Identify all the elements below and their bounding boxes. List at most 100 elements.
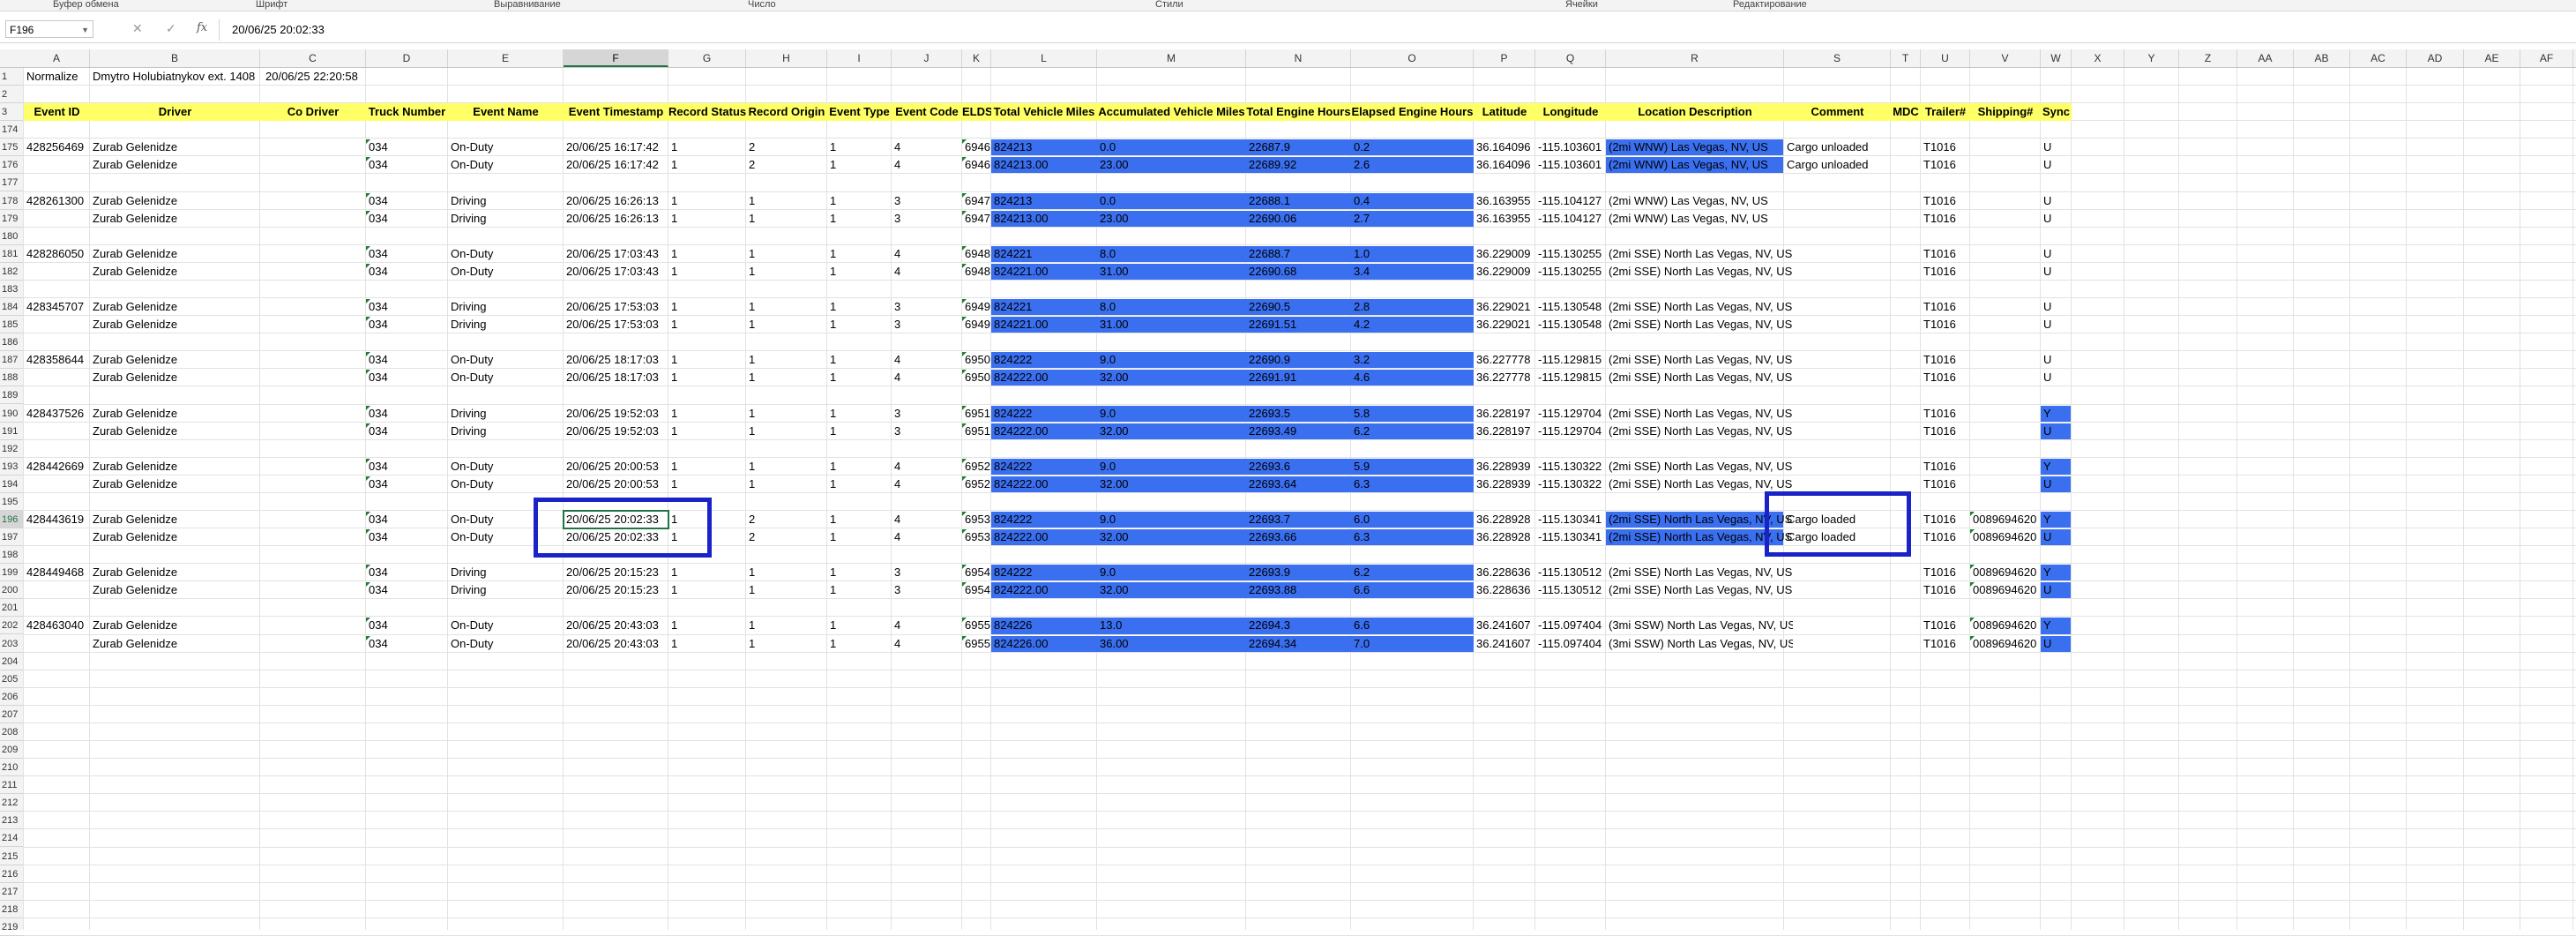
cell-truck-number[interactable]: 034 bbox=[366, 635, 448, 653]
cell-event-name[interactable]: Driving bbox=[448, 298, 564, 316]
row-header[interactable]: 188 bbox=[0, 369, 24, 387]
cell-driver[interactable]: Zurab Gelenidze bbox=[90, 458, 269, 475]
cell-trailer[interactable]: T1016 bbox=[1921, 423, 1970, 440]
cell-elapsed-engine-hours[interactable]: 6.3 bbox=[1351, 528, 1474, 546]
cell-truck-number[interactable]: 034 bbox=[366, 263, 448, 281]
row-header[interactable]: 219 bbox=[0, 918, 24, 936]
cell-elapsed-engine-hours[interactable]: 6.0 bbox=[1351, 511, 1474, 528]
cell-latitude[interactable]: 36.228197 bbox=[1474, 423, 1535, 440]
cell-event-timestamp[interactable]: 20/06/25 17:03:43 bbox=[564, 263, 668, 281]
cell-event-timestamp[interactable]: 20/06/25 19:52:03 bbox=[564, 405, 668, 423]
cell-truck-number[interactable]: 034 bbox=[366, 475, 448, 493]
cell-event-timestamp[interactable]: 20/06/25 17:53:03 bbox=[564, 316, 668, 333]
cell-latitude[interactable]: 36.229009 bbox=[1474, 245, 1535, 263]
cell-driver[interactable]: Zurab Gelenidze bbox=[90, 617, 269, 634]
cell-location-description[interactable]: (2mi WNW) Las Vegas, NV, US bbox=[1606, 139, 1793, 156]
cell-elapsed-engine-hours[interactable]: 5.9 bbox=[1351, 458, 1474, 475]
cell-event-timestamp[interactable]: 20/06/25 19:52:03 bbox=[564, 423, 668, 440]
cell-event-name[interactable]: Driving bbox=[448, 423, 564, 440]
row-header[interactable]: 194 bbox=[0, 475, 24, 493]
cell-location-description[interactable]: (2mi SSE) North Las Vegas, NV, US bbox=[1606, 298, 1793, 316]
cell-elapsed-engine-hours[interactable]: 0.2 bbox=[1351, 139, 1474, 156]
cell-record-status[interactable]: 1 bbox=[668, 245, 746, 263]
cell-sync[interactable]: U bbox=[2041, 156, 2072, 174]
cell-shipping[interactable]: 0089694620 bbox=[1970, 528, 2041, 546]
cell-driver[interactable]: Zurab Gelenidze bbox=[90, 423, 269, 440]
row-header[interactable]: 183 bbox=[0, 281, 24, 298]
cell-event-name[interactable]: Driving bbox=[448, 564, 564, 581]
cell-record-origin[interactable]: 1 bbox=[746, 369, 827, 386]
cell-longitude[interactable]: -115.129704 bbox=[1535, 405, 1606, 423]
cell-latitude[interactable]: 36.241607 bbox=[1474, 617, 1535, 634]
row-header[interactable]: 211 bbox=[0, 776, 24, 795]
cell-trailer[interactable]: T1016 bbox=[1921, 405, 1970, 423]
cell-total-engine-hours[interactable]: 22693.6 bbox=[1246, 458, 1351, 475]
column-header-a[interactable]: A bbox=[24, 49, 90, 67]
cell-driver[interactable]: Zurab Gelenidze bbox=[90, 298, 269, 316]
cell-record-origin[interactable]: 1 bbox=[746, 581, 827, 599]
column-header-aa[interactable]: AA bbox=[2237, 49, 2294, 67]
cell-total-engine-hours[interactable]: 22690.68 bbox=[1246, 263, 1351, 281]
cell-elapsed-engine-hours[interactable]: 0.4 bbox=[1351, 192, 1474, 210]
cell-event-timestamp[interactable]: 20/06/25 18:17:03 bbox=[564, 369, 668, 386]
cell-event-timestamp[interactable]: 20/06/25 20:15:23 bbox=[564, 564, 668, 581]
cell-elapsed-engine-hours[interactable]: 4.2 bbox=[1351, 316, 1474, 333]
cell-record-status[interactable]: 1 bbox=[668, 458, 746, 475]
cell-elapsed-engine-hours[interactable]: 5.8 bbox=[1351, 405, 1474, 423]
cell-comment[interactable]: Cargo unloaded bbox=[1784, 139, 1900, 156]
cell-truck-number[interactable]: 034 bbox=[366, 511, 448, 528]
row-header[interactable]: 195 bbox=[0, 493, 24, 511]
cell-event-type[interactable]: 1 bbox=[827, 635, 892, 653]
cell-total-engine-hours[interactable]: 22693.7 bbox=[1246, 511, 1351, 528]
cell-sync[interactable]: U bbox=[2041, 210, 2072, 228]
cell-event-code[interactable]: 4 bbox=[892, 156, 962, 174]
column-header-g[interactable]: G bbox=[668, 49, 746, 67]
cell-longitude[interactable]: -115.130341 bbox=[1535, 528, 1606, 546]
cell-total-engine-hours[interactable]: 22691.91 bbox=[1246, 369, 1351, 386]
cell-location-description[interactable]: (2mi WNW) Las Vegas, NV, US bbox=[1606, 210, 1793, 228]
column-header-o[interactable]: O bbox=[1351, 49, 1474, 67]
cell-driver[interactable]: Zurab Gelenidze bbox=[90, 263, 269, 281]
cell-event-id[interactable]: 428442669 bbox=[24, 458, 90, 475]
row-header[interactable]: 189 bbox=[0, 386, 24, 405]
row-header[interactable]: 203 bbox=[0, 635, 24, 653]
row-header[interactable]: 215 bbox=[0, 848, 24, 865]
cell-event-name[interactable]: On-Duty bbox=[448, 458, 564, 475]
cell-longitude[interactable]: -115.130322 bbox=[1535, 475, 1606, 493]
row-header[interactable]: 178 bbox=[0, 192, 24, 210]
cell-record-origin[interactable]: 1 bbox=[746, 210, 827, 228]
cell-record-status[interactable]: 1 bbox=[668, 475, 746, 493]
column-header-v[interactable]: V bbox=[1970, 49, 2041, 67]
cell-event-code[interactable]: 4 bbox=[892, 458, 962, 475]
cell-latitude[interactable]: 36.228939 bbox=[1474, 458, 1535, 475]
cell-event-code[interactable]: 4 bbox=[892, 475, 962, 493]
cell-accumulated-vehicle-miles[interactable]: 32.00 bbox=[1097, 581, 1246, 599]
column-header-x[interactable]: X bbox=[2072, 49, 2124, 67]
name-box[interactable]: F196 ▼ bbox=[5, 20, 93, 38]
row-header[interactable]: 2 bbox=[0, 86, 24, 104]
cell-latitude[interactable]: 36.228197 bbox=[1474, 405, 1535, 423]
cell-trailer[interactable]: T1016 bbox=[1921, 475, 1970, 493]
column-header-af[interactable]: AF bbox=[2520, 49, 2573, 67]
cell-event-name[interactable]: On-Duty bbox=[448, 617, 564, 634]
cell-longitude[interactable]: -115.103601 bbox=[1535, 156, 1606, 174]
cell-total-vehicle-miles[interactable]: 824222 bbox=[991, 351, 1097, 369]
cell-latitude[interactable]: 36.229021 bbox=[1474, 298, 1535, 316]
cell-shipping[interactable]: 0089694620 bbox=[1970, 635, 2041, 653]
cell-accumulated-vehicle-miles[interactable]: 32.00 bbox=[1097, 475, 1246, 493]
cell-record-status[interactable]: 1 bbox=[668, 139, 746, 156]
cell-shipping[interactable]: 0089694620 bbox=[1970, 581, 2041, 599]
cell-elapsed-engine-hours[interactable]: 3.4 bbox=[1351, 263, 1474, 281]
cell-event-type[interactable]: 1 bbox=[827, 528, 892, 546]
cell-event-name[interactable]: Driving bbox=[448, 192, 564, 210]
cell-event-timestamp[interactable]: 20/06/25 20:00:53 bbox=[564, 458, 668, 475]
cell-event-code[interactable]: 4 bbox=[892, 635, 962, 653]
cell-event-type[interactable]: 1 bbox=[827, 210, 892, 228]
cell-event-name[interactable]: On-Duty bbox=[448, 635, 564, 653]
cell-elapsed-engine-hours[interactable]: 2.8 bbox=[1351, 298, 1474, 316]
cell-record-origin[interactable]: 1 bbox=[746, 617, 827, 634]
cell-total-engine-hours[interactable]: 22693.5 bbox=[1246, 405, 1351, 423]
cell-event-type[interactable]: 1 bbox=[827, 156, 892, 174]
cell-truck-number[interactable]: 034 bbox=[366, 423, 448, 440]
cell-sync[interactable]: U bbox=[2041, 298, 2072, 316]
